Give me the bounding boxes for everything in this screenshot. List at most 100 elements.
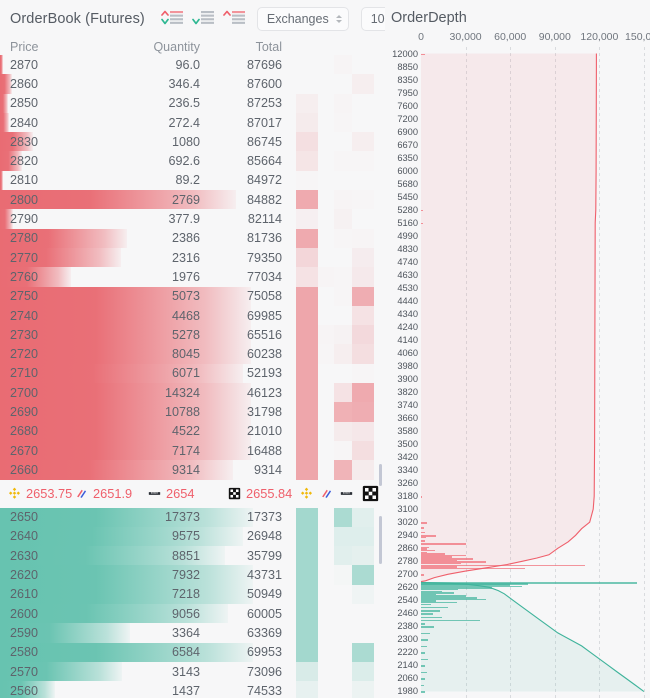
row-total: 81736: [246, 231, 282, 246]
orderbook-row[interactable]: 2570 3143 73096: [0, 661, 385, 682]
asks-only-icon[interactable]: [223, 10, 245, 27]
orderbook-row[interactable]: 2760 1976 77034: [0, 267, 385, 287]
row-quantity: 4522: [171, 424, 200, 439]
orderbook-row[interactable]: 2840 272.4 87017: [0, 112, 385, 133]
row-quantity: 346.4: [168, 76, 200, 91]
okx-logo-icon[interactable]: [362, 485, 380, 503]
orderbook-row[interactable]: 2790 377.9 82114: [0, 209, 385, 229]
exchange-heat-cell: [296, 402, 318, 422]
row-quantity: 272.4: [168, 115, 200, 130]
row-price: 2820: [10, 154, 39, 169]
row-quantity: 1080: [171, 134, 200, 149]
mid-price-value: 2654: [166, 486, 195, 502]
mid-price-binance[interactable]: 2653.75: [8, 486, 72, 501]
depth-y-tick: 1980: [397, 686, 418, 697]
exchange-heat-cell: [334, 441, 352, 460]
orderbook-row[interactable]: 2770 2316 79350: [0, 247, 385, 268]
orderbook-row[interactable]: 2640 9575 26948: [0, 526, 385, 547]
row-price: 2620: [10, 568, 39, 583]
bitfinex-logo-icon[interactable]: [320, 487, 333, 500]
bids-only-icon[interactable]: [192, 10, 214, 27]
depth-y-tick: 2460: [397, 608, 418, 619]
row-price: 2640: [10, 529, 39, 544]
row-quantity: 9056: [171, 606, 200, 621]
depth-y-tick: 7600: [397, 100, 418, 111]
orderbook-row[interactable]: 2630 8851 35799: [0, 546, 385, 566]
depth-y-tick: 6900: [397, 126, 418, 137]
row-total: 84972: [246, 173, 282, 188]
orderbook-row[interactable]: 2600 9056 60005: [0, 604, 385, 624]
orderbook-row[interactable]: 2740 4468 69985: [0, 305, 385, 326]
orderbook-row[interactable]: 2810 89.2 84972: [0, 170, 385, 191]
orderbook-row[interactable]: 2820 692.6 85664: [0, 151, 385, 171]
exchange-heat-cell: [318, 344, 334, 363]
orderbook-row[interactable]: 2710 6071 52193: [0, 363, 385, 384]
exchanges-select[interactable]: Exchanges: [256, 6, 349, 31]
exchange-heat-cell: [296, 247, 318, 268]
depth-x-tick: 90,000: [538, 31, 571, 43]
mid-price-bybit[interactable]: BYBIT 2654: [148, 486, 194, 501]
exchange-heat-cell: [352, 267, 374, 287]
orderbook-row[interactable]: 2850 236.5 87253: [0, 93, 385, 113]
orderbook-panel: OrderBook (Futures) Exchanges 10 Price Q…: [0, 0, 385, 698]
orderbook-row[interactable]: 2610 7218 50949: [0, 584, 385, 605]
row-total: 60005: [246, 606, 282, 621]
row-quantity: 377.9: [168, 212, 200, 227]
depth-y-tick: 6670: [397, 139, 418, 150]
exchange-heat-cell: [334, 94, 352, 113]
orderbook-row[interactable]: 2620 7932 43731: [0, 565, 385, 585]
exchange-heat-cell: [352, 661, 374, 682]
exchange-heat-cell: [296, 151, 318, 171]
depth-y-tick: 2860: [397, 543, 418, 554]
orderbook-row[interactable]: 2860 346.4 87600: [0, 74, 385, 94]
bybit-logo-icon[interactable]: BYBIT: [340, 487, 353, 500]
orderbook-row[interactable]: 2650 17373 17373: [0, 507, 385, 527]
both-sides-icon[interactable]: [161, 10, 183, 27]
binance-logo-icon[interactable]: [300, 487, 313, 500]
mid-price-okx[interactable]: 2655.84: [228, 486, 292, 501]
row-price: 2750: [10, 289, 39, 304]
row-price: 2850: [10, 96, 39, 111]
row-quantity: 7932: [171, 568, 200, 583]
depth-y-tick: 4530: [397, 282, 418, 293]
depth-y-tick: 2780: [397, 556, 418, 567]
exchange-heat-cell: [352, 584, 374, 605]
row-price: 2710: [10, 366, 39, 381]
orderbook-row[interactable]: 2830 1080 86745: [0, 132, 385, 152]
exchange-heat-cell: [296, 171, 318, 190]
exchange-heat-cell: [334, 229, 352, 248]
row-price: 2870: [10, 57, 39, 72]
orderbook-row[interactable]: 2590 3364 63369: [0, 623, 385, 643]
orderbook-row[interactable]: 2780 2386 81736: [0, 228, 385, 248]
depth-y-tick: 2940: [397, 530, 418, 541]
depth-plot: 12000 8850 8350 7950 7600 7200 6900 6670 6350 600…: [385, 47, 650, 698]
depth-x-tick: 60,000: [494, 31, 527, 43]
depth-y-tick: 3420: [397, 452, 418, 463]
orderbook-scrollbar-bid[interactable]: [379, 515, 382, 564]
mid-price-bitfinex[interactable]: 2651.9: [75, 486, 132, 501]
depth-y-tick: 7200: [397, 113, 418, 124]
orderbook-row[interactable]: 2720 8045 60238: [0, 344, 385, 364]
orderbook-row[interactable]: 2870 96.0 87696: [0, 55, 385, 75]
orderbook-row[interactable]: 2800 2769 84882: [0, 190, 385, 210]
row-price: 2610: [10, 587, 39, 602]
depth-count-select[interactable]: 10: [360, 6, 385, 31]
orderbook-row[interactable]: 2580 6584 69953: [0, 642, 385, 662]
row-total: 43731: [246, 568, 282, 583]
mid-price-bar: 2653.75 2651.9 BYBIT 2654 2655.84 BYBIT: [0, 479, 385, 508]
orderbook-row[interactable]: 2660 9314 9314: [0, 460, 385, 480]
orderbook-row[interactable]: 2690 10788 31798: [0, 402, 385, 422]
orderbook-row[interactable]: 2680 4522 21010: [0, 421, 385, 441]
orderbook-row[interactable]: 2560 1437 74533: [0, 681, 385, 698]
row-price: 2680: [10, 424, 39, 439]
orderdepth-title: OrderDepth: [391, 10, 467, 26]
orderbook-row[interactable]: 2670 7174 16488: [0, 440, 385, 461]
exchange-heat-cell: [352, 402, 374, 422]
orderbook-row[interactable]: 2750 5073 75058: [0, 286, 385, 306]
orderbook-scrollbar-ask[interactable]: [379, 463, 382, 486]
bybit-logo-icon: BYBIT: [148, 487, 161, 500]
orderbook-row[interactable]: 2730 5278 65516: [0, 325, 385, 345]
exchange-heat-cell: [296, 584, 318, 605]
exchange-heat-cell: [296, 305, 318, 326]
orderbook-row[interactable]: 2700 14324 46123: [0, 383, 385, 403]
